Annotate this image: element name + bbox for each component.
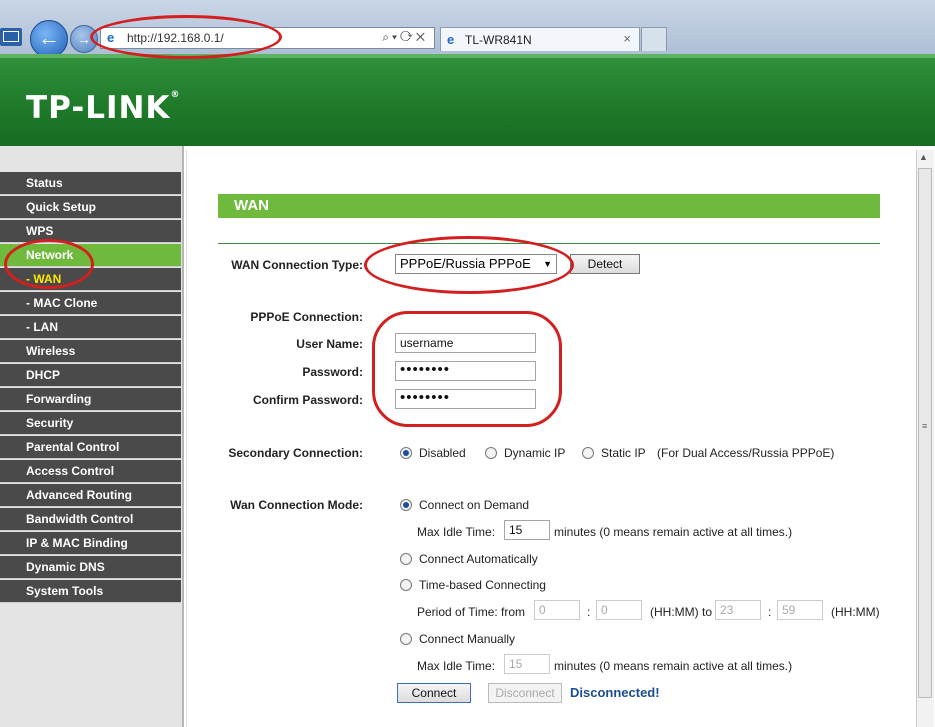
period-from-hour-input[interactable]: 0 bbox=[534, 600, 580, 620]
secondary-disabled-label: Disabled bbox=[419, 446, 466, 460]
tab-close-icon[interactable]: × bbox=[623, 31, 631, 46]
sidebar-item-wireless[interactable]: Wireless bbox=[0, 340, 181, 363]
scroll-thumb[interactable]: ≡ bbox=[918, 168, 932, 698]
browser-tab[interactable]: e TL-WR841N × bbox=[440, 27, 640, 51]
router-header: TP-LINK® bbox=[0, 54, 935, 146]
max-idle-label: Max Idle Time: bbox=[417, 525, 496, 539]
detect-button[interactable]: Detect bbox=[570, 254, 640, 274]
sidebar-item-lan[interactable]: - LAN bbox=[0, 316, 181, 339]
annotation-network-ellipse bbox=[4, 239, 94, 289]
mode-auto-radio[interactable] bbox=[400, 553, 412, 565]
annotation-wan-type-ellipse bbox=[364, 236, 574, 294]
connect-button[interactable]: Connect bbox=[397, 683, 471, 703]
sidebar-item-dynamic-dns[interactable]: Dynamic DNS bbox=[0, 556, 181, 579]
scroll-up-icon[interactable]: ▲ bbox=[919, 152, 928, 162]
sidebar-item-bandwidth-control[interactable]: Bandwidth Control bbox=[0, 508, 181, 531]
max-idle-unit-2: minutes (0 means remain active at all ti… bbox=[554, 659, 793, 673]
secondary-dynamic-ip-radio[interactable] bbox=[485, 447, 497, 459]
sidebar: Status Quick Setup WPS Network - WAN - M… bbox=[0, 146, 184, 727]
sidebar-item-access-control[interactable]: Access Control bbox=[0, 460, 181, 483]
pppoe-connection-label: PPPoE Connection: bbox=[250, 310, 363, 324]
period-label: Period of Time: from bbox=[417, 605, 526, 619]
vertical-scrollbar[interactable]: ▲ ≡ bbox=[916, 150, 934, 727]
mode-on-demand-radio[interactable] bbox=[400, 499, 412, 511]
confirm-password-label: Confirm Password: bbox=[252, 393, 363, 407]
period-to-minute-input[interactable]: 59 bbox=[777, 600, 823, 620]
secondary-dynamic-ip-label: Dynamic IP bbox=[504, 446, 566, 460]
sidebar-item-wps[interactable]: WPS bbox=[0, 220, 181, 243]
max-idle-input-2[interactable]: 15 bbox=[504, 654, 550, 674]
sidebar-item-forwarding[interactable]: Forwarding bbox=[0, 388, 181, 411]
scroll-grip-icon: ≡ bbox=[922, 421, 928, 431]
sidebar-item-ip-mac-binding[interactable]: IP & MAC Binding bbox=[0, 532, 181, 555]
secondary-connection-label: Secondary Connection: bbox=[228, 446, 363, 460]
sidebar-item-mac-clone[interactable]: - MAC Clone bbox=[0, 292, 181, 315]
max-idle-label-2: Max Idle Time: bbox=[417, 659, 496, 673]
max-idle-input[interactable]: 15 bbox=[504, 520, 550, 540]
wan-type-label: WAN Connection Type: bbox=[231, 258, 363, 272]
mode-auto-label: Connect Automatically bbox=[419, 552, 538, 566]
sidebar-item-security[interactable]: Security bbox=[0, 412, 181, 435]
tp-link-logo: TP-LINK® bbox=[26, 90, 181, 126]
sidebar-item-quick-setup[interactable]: Quick Setup bbox=[0, 196, 181, 219]
back-button[interactable]: ← bbox=[30, 20, 68, 58]
period-to-hour-input[interactable]: 23 bbox=[715, 600, 761, 620]
sidebar-item-parental-control[interactable]: Parental Control bbox=[0, 436, 181, 459]
annotation-credentials-ellipse bbox=[372, 311, 562, 427]
tab-title: TL-WR841N bbox=[465, 33, 532, 47]
wan-connection-mode-label: Wan Connection Mode: bbox=[230, 498, 363, 512]
main-content bbox=[186, 150, 917, 727]
secondary-static-ip-radio[interactable] bbox=[582, 447, 594, 459]
mode-time-based-radio[interactable] bbox=[400, 579, 412, 591]
period-to-colon: : bbox=[768, 605, 772, 619]
period-hhmm-to: (HH:MM) to bbox=[650, 605, 712, 619]
sidebar-item-system-tools[interactable]: System Tools bbox=[0, 580, 181, 603]
password-label: Password: bbox=[302, 365, 363, 379]
mail-icon[interactable] bbox=[0, 28, 22, 46]
section-title-wan: WAN bbox=[218, 194, 880, 218]
secondary-disabled-radio[interactable] bbox=[400, 447, 412, 459]
section-divider bbox=[218, 243, 880, 244]
disconnect-button[interactable]: Disconnect bbox=[488, 683, 562, 703]
mode-manual-label: Connect Manually bbox=[419, 632, 516, 646]
max-idle-unit: minutes (0 means remain active at all ti… bbox=[554, 525, 793, 539]
address-tools-icons[interactable]: ⌕▾⟳✕ bbox=[382, 30, 428, 45]
annotation-address-ellipse bbox=[90, 15, 282, 59]
new-tab-button[interactable] bbox=[641, 27, 667, 51]
mode-manual-radio[interactable] bbox=[400, 633, 412, 645]
sidebar-item-dhcp[interactable]: DHCP bbox=[0, 364, 181, 387]
tab-ie-icon: e bbox=[447, 32, 455, 47]
period-hhmm: (HH:MM) bbox=[831, 605, 880, 619]
sidebar-item-advanced-routing[interactable]: Advanced Routing bbox=[0, 484, 181, 507]
secondary-static-ip-label: Static IP bbox=[601, 446, 646, 460]
username-label: User Name: bbox=[296, 337, 363, 351]
sidebar-menu: Status Quick Setup WPS Network - WAN - M… bbox=[0, 172, 181, 604]
sidebar-item-status[interactable]: Status bbox=[0, 172, 181, 195]
mode-time-based-label: Time-based Connecting bbox=[419, 578, 546, 592]
secondary-note: (For Dual Access/Russia PPPoE) bbox=[657, 446, 835, 460]
mode-on-demand-label: Connect on Demand bbox=[419, 498, 530, 512]
period-from-colon: : bbox=[587, 605, 591, 619]
connection-status: Disconnected! bbox=[570, 685, 660, 700]
period-from-minute-input[interactable]: 0 bbox=[596, 600, 642, 620]
